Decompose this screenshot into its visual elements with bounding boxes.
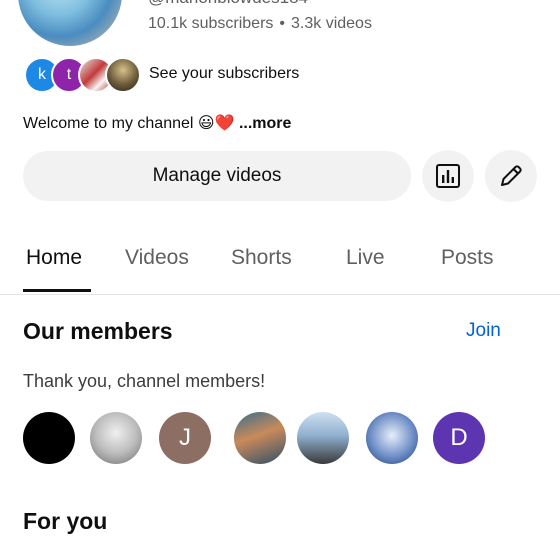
tab-videos[interactable]: Videos — [125, 246, 189, 270]
member-avatar[interactable]: J — [159, 412, 211, 464]
pencil-icon — [501, 165, 522, 186]
more-link[interactable]: ...more — [239, 115, 291, 132]
members-section-title: Our members — [23, 318, 173, 344]
description-text: Welcome to my channel 😃❤️ — [23, 115, 235, 132]
video-count: 3.3k videos — [291, 15, 372, 32]
subscriber-avatars[interactable]: k t — [24, 57, 144, 93]
member-avatar[interactable]: D — [433, 412, 485, 464]
tab-posts[interactable]: Posts — [441, 246, 494, 270]
channel-stats: 10.1k subscribers • 3.3k videos — [148, 15, 372, 33]
channel-handle: @manonblowdes184 — [148, 0, 308, 8]
subscriber-count: 10.1k subscribers — [148, 15, 274, 32]
member-avatar[interactable] — [366, 412, 418, 464]
manage-videos-button[interactable]: Manage videos — [23, 151, 411, 201]
member-avatar[interactable] — [23, 412, 75, 464]
subscriber-avatar — [105, 57, 141, 93]
join-button[interactable]: Join — [466, 320, 501, 342]
for-you-section-title: For you — [23, 508, 108, 534]
see-subscribers-link[interactable]: See your subscribers — [149, 65, 299, 83]
member-avatar[interactable] — [234, 412, 286, 464]
member-avatar[interactable] — [90, 412, 142, 464]
analytics-icon — [436, 164, 460, 188]
active-tab-indicator — [23, 289, 91, 292]
tab-shorts[interactable]: Shorts — [231, 246, 292, 270]
channel-description[interactable]: Welcome to my channel 😃❤️ ...more — [23, 113, 291, 133]
channel-tabs: Home Videos Shorts Live Posts — [0, 236, 560, 295]
member-avatar[interactable] — [297, 412, 349, 464]
tab-home[interactable]: Home — [26, 246, 82, 270]
stats-separator: • — [279, 15, 285, 32]
members-thanks-text: Thank you, channel members! — [23, 371, 266, 391]
tab-live[interactable]: Live — [346, 246, 385, 270]
analytics-button[interactable] — [422, 150, 474, 202]
edit-channel-button[interactable] — [485, 150, 537, 202]
channel-avatar[interactable] — [18, 0, 122, 46]
